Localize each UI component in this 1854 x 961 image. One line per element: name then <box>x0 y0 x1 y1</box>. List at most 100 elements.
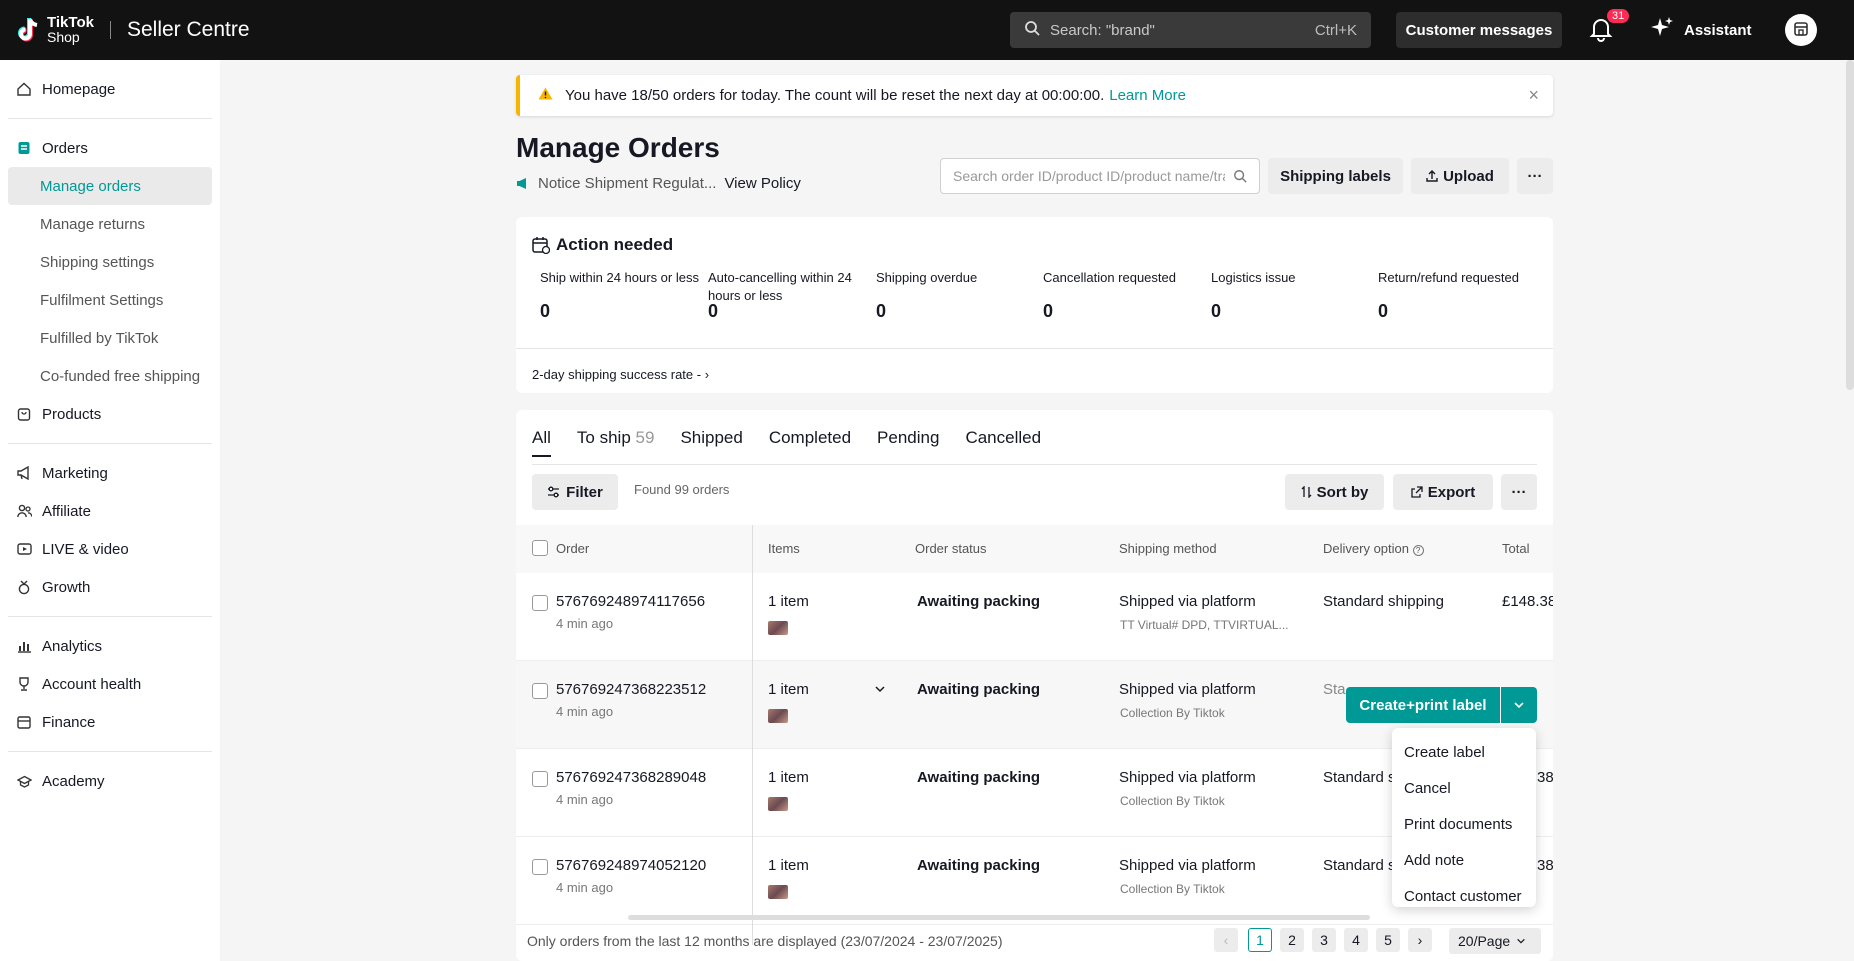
sidebar-item-analytics[interactable]: Analytics <box>8 627 212 665</box>
sidebar-item-fulfilment-settings[interactable]: Fulfilment Settings <box>8 281 212 319</box>
page-5-button[interactable]: 5 <box>1376 928 1400 952</box>
metric-shipping-overdue[interactable]: Shipping overdue 0 <box>876 269 1036 321</box>
shipping-labels-button[interactable]: Shipping labels <box>1268 158 1403 194</box>
vertical-scrollbar[interactable] <box>1846 60 1854 390</box>
tab-completed[interactable]: Completed <box>769 428 851 456</box>
tab-to-ship[interactable]: To ship 59 <box>577 428 655 456</box>
orders-icon <box>16 140 32 156</box>
table-row[interactable]: 576769248974117656 4 min ago 1 item Awai… <box>516 573 1553 661</box>
tiktok-shop-logo[interactable]: TikTok Shop <box>14 15 94 45</box>
next-page-button[interactable]: › <box>1408 928 1432 952</box>
create-print-label-button[interactable]: Create+print label <box>1346 687 1500 723</box>
sidebar-item-account-health[interactable]: Account health <box>8 665 212 703</box>
column-header-items: Items <box>768 541 800 556</box>
policy-text: Notice Shipment Regulat... <box>538 175 717 192</box>
filter-button[interactable]: Filter <box>532 474 618 510</box>
affiliate-users-icon <box>16 503 32 519</box>
sidebar-item-co-funded-free-shipping[interactable]: Co-funded free shipping <box>8 357 212 395</box>
shipping-success-rate-link[interactable]: 2-day shipping success rate - › <box>532 367 709 382</box>
shop-avatar-button[interactable] <box>1785 14 1817 46</box>
select-all-checkbox[interactable] <box>532 540 548 556</box>
row-checkbox[interactable] <box>532 595 548 611</box>
order-id[interactable]: 576769248974052120 <box>556 857 706 874</box>
metric-cancellation-requested[interactable]: Cancellation requested 0 <box>1043 269 1203 321</box>
trophy-icon <box>16 676 32 692</box>
sidebar-item-affiliate[interactable]: Affiliate <box>8 492 212 530</box>
page-2-button[interactable]: 2 <box>1280 928 1304 952</box>
horizontal-scrollbar[interactable] <box>628 915 1370 920</box>
wallet-icon <box>16 714 32 730</box>
medal-icon <box>16 579 32 595</box>
metric-logistics-issue[interactable]: Logistics issue 0 <box>1211 269 1371 321</box>
notifications-button[interactable]: 31 <box>1589 9 1630 46</box>
menu-item-print-documents[interactable]: Print documents <box>1392 806 1536 842</box>
sidebar-item-academy[interactable]: Academy <box>8 762 212 800</box>
sidebar-item-marketing[interactable]: Marketing <box>8 454 212 492</box>
filter-icon <box>547 486 560 498</box>
customer-messages-button[interactable]: Customer messages <box>1396 12 1562 48</box>
metric-ship-within-24h[interactable]: Ship within 24 hours or less 0 <box>540 269 700 321</box>
row-action-dropdown-button[interactable] <box>1501 687 1537 723</box>
sidebar-item-homepage[interactable]: Homepage <box>8 70 212 108</box>
metric-value: 0 <box>708 301 719 321</box>
order-search-input[interactable]: Search order ID/product ID/product name/… <box>940 158 1260 194</box>
export-button[interactable]: Export <box>1393 474 1493 510</box>
sidebar-item-growth[interactable]: Growth <box>8 568 212 606</box>
page-1-button[interactable]: 1 <box>1248 928 1272 952</box>
policy-notice: Notice Shipment Regulat... View Policy <box>516 175 801 192</box>
menu-item-create-label[interactable]: Create label <box>1392 734 1536 770</box>
menu-item-add-note[interactable]: Add note <box>1392 842 1536 878</box>
metric-auto-cancelling[interactable]: Auto-cancelling within 24 hours or less … <box>708 269 868 321</box>
tab-pending[interactable]: Pending <box>877 428 939 456</box>
product-thumbnail[interactable] <box>768 885 788 899</box>
action-needed-label: Action needed <box>556 235 674 254</box>
product-thumbnail[interactable] <box>768 621 788 635</box>
tab-shipped[interactable]: Shipped <box>680 428 742 456</box>
sidebar-item-shipping-settings[interactable]: Shipping settings <box>8 243 212 281</box>
metric-label: Return/refund requested <box>1378 270 1519 285</box>
close-icon[interactable]: × <box>1528 85 1539 106</box>
search-icon <box>1233 169 1247 183</box>
sidebar-item-finance[interactable]: Finance <box>8 703 212 741</box>
sidebar-item-label: Affiliate <box>42 502 91 520</box>
sidebar-item-manage-returns[interactable]: Manage returns <box>8 205 212 243</box>
help-circle-icon[interactable]: ? <box>1412 545 1424 556</box>
order-id[interactable]: 576769248974117656 <box>556 593 705 610</box>
product-thumbnail[interactable] <box>768 709 788 723</box>
more-actions-button[interactable]: ··· <box>1517 158 1553 194</box>
items-count: 1 item <box>768 593 809 610</box>
learn-more-link[interactable]: Learn More <box>1109 87 1186 104</box>
tab-all[interactable]: All <box>532 428 551 457</box>
frozen-column-divider <box>752 525 753 945</box>
row-checkbox[interactable] <box>532 683 548 699</box>
page-4-button[interactable]: 4 <box>1344 928 1368 952</box>
order-search-placeholder: Search order ID/product ID/product name/… <box>953 168 1225 184</box>
upload-button[interactable]: Upload <box>1411 158 1509 194</box>
order-total: 38 <box>1537 769 1553 786</box>
shipping-carrier: TT Virtual# DPD, TTVIRTUAL... <box>1120 618 1289 632</box>
menu-item-contact-customer[interactable]: Contact customer <box>1392 878 1536 914</box>
sidebar-item-orders[interactable]: Orders <box>8 129 212 167</box>
order-id[interactable]: 576769247368223512 <box>556 681 706 698</box>
order-id[interactable]: 576769247368289048 <box>556 769 706 786</box>
page-size-select[interactable]: 20/Page <box>1449 928 1541 954</box>
sidebar-item-products[interactable]: Products <box>8 395 212 433</box>
global-search-input[interactable]: Search: "brand" Ctrl+K <box>1010 12 1371 48</box>
prev-page-button[interactable]: ‹ <box>1214 928 1238 952</box>
row-checkbox[interactable] <box>532 771 548 787</box>
sidebar-item-live-video[interactable]: LIVE & video <box>8 530 212 568</box>
sidebar-item-manage-orders[interactable]: Manage orders <box>8 167 212 205</box>
table-more-button[interactable]: ··· <box>1501 474 1537 510</box>
sort-by-button[interactable]: Sort by <box>1285 474 1384 510</box>
sidebar-item-fulfilled-by-tiktok[interactable]: Fulfilled by TikTok <box>8 319 212 357</box>
view-policy-link[interactable]: View Policy <box>724 175 800 192</box>
product-thumbnail[interactable] <box>768 797 788 811</box>
row-checkbox[interactable] <box>532 859 548 875</box>
metric-label: Shipping overdue <box>876 270 978 285</box>
page-3-button[interactable]: 3 <box>1312 928 1336 952</box>
assistant-button[interactable]: Assistant <box>1650 14 1752 46</box>
metric-return-refund-requested[interactable]: Return/refund requested 0 <box>1378 269 1538 321</box>
chevron-down-icon[interactable] <box>874 683 886 695</box>
tab-cancelled[interactable]: Cancelled <box>965 428 1041 456</box>
menu-item-cancel[interactable]: Cancel <box>1392 770 1536 806</box>
